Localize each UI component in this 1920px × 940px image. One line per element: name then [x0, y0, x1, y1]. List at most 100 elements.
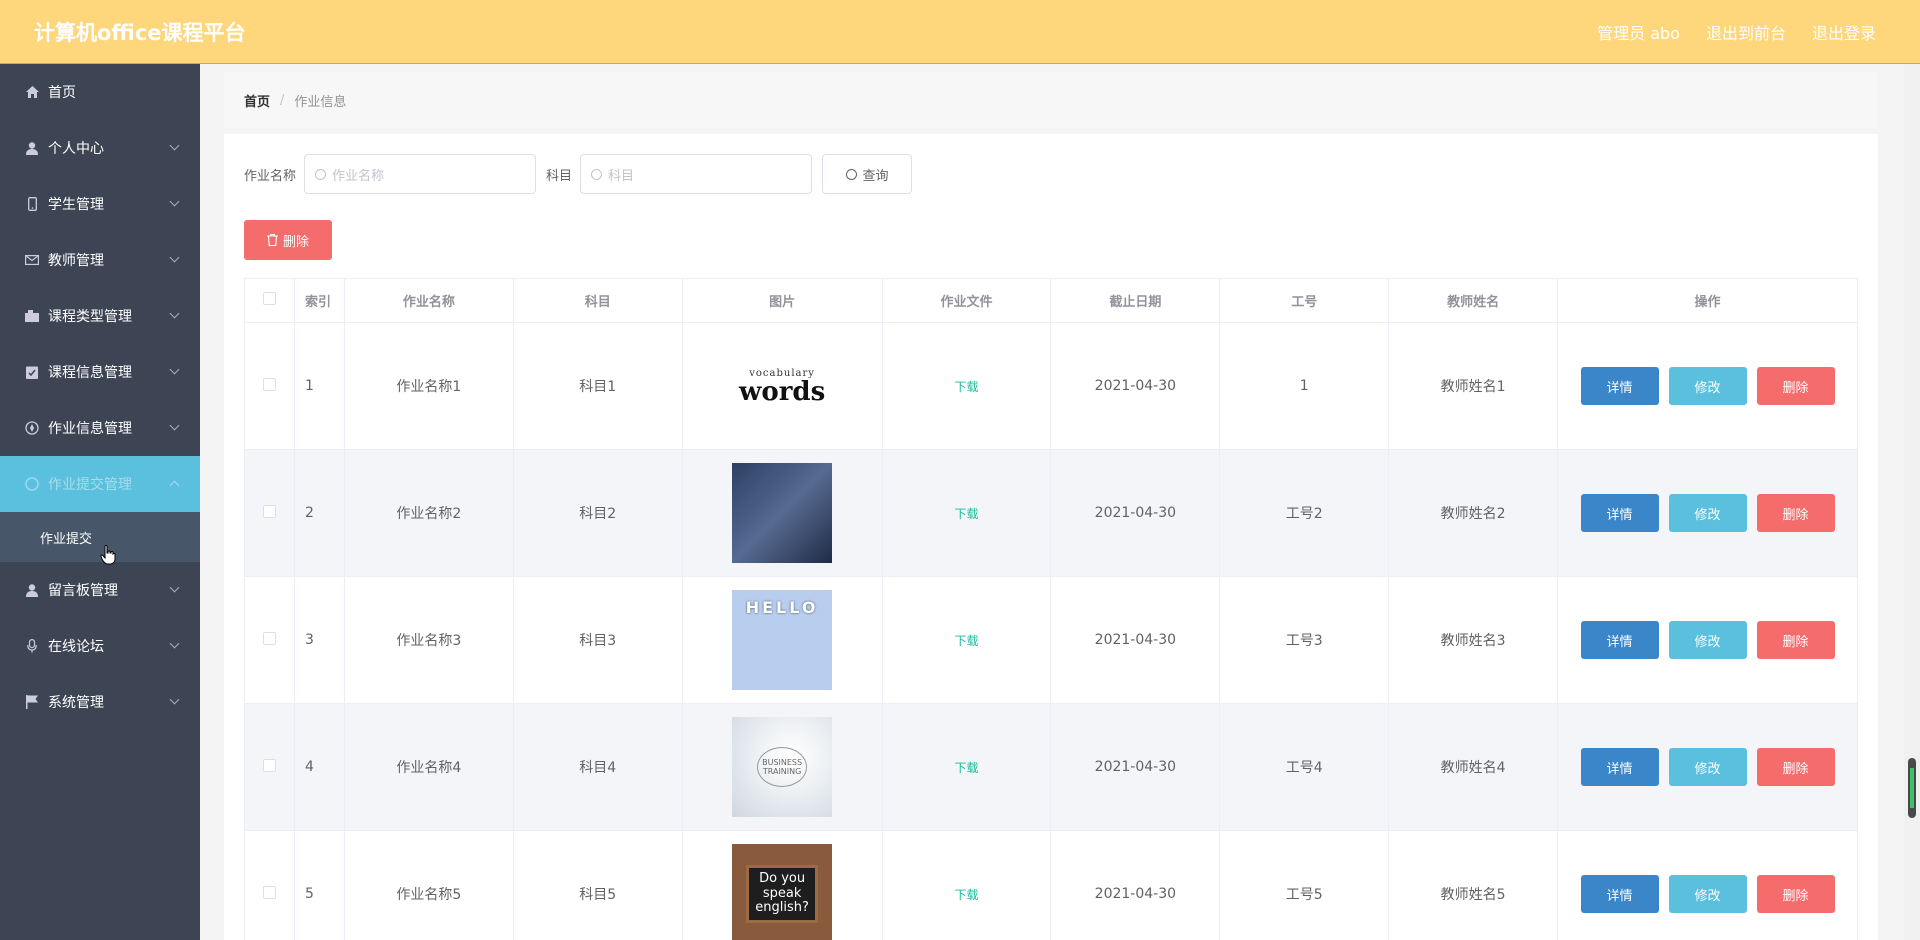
cell-index: 2: [293, 449, 345, 577]
row-checkbox[interactable]: [262, 885, 276, 899]
chevron-down-icon: [169, 694, 180, 705]
download-link[interactable]: 下载: [954, 507, 978, 521]
cell-teacher: 教师姓名2: [1388, 449, 1558, 577]
select-all-checkbox[interactable]: [262, 292, 276, 305]
chevron-down-icon: [169, 252, 180, 263]
sidebar-item-label: 留言板管理: [48, 583, 118, 599]
subject-search-input[interactable]: 科目: [580, 154, 813, 194]
cell-file: 下载: [881, 830, 1052, 940]
sidebar-item-online-forum[interactable]: 在线论坛: [0, 618, 200, 674]
row-checkbox[interactable]: [262, 631, 276, 645]
top-header: 计算机office课程平台 管理员 abo 退出到前台 退出登录: [0, 0, 1920, 64]
assignment-thumbnail[interactable]: BUSINESS TRAINING: [732, 717, 833, 817]
delete-button-label: 删除: [1782, 634, 1809, 650]
sidebar-item-assignment-submission-management[interactable]: 作业提交管理: [0, 456, 200, 512]
cell-index: 4: [293, 703, 345, 831]
cell-actions: 详情 修改 删除: [1557, 449, 1858, 577]
header-index: 索引: [293, 278, 345, 323]
download-link[interactable]: 下载: [954, 380, 978, 394]
vertical-scrollbar[interactable]: [1904, 64, 1920, 940]
row-checkbox[interactable]: [262, 758, 276, 772]
sidebar-item-label: 教师管理: [48, 253, 104, 269]
camera-icon: [24, 308, 40, 324]
download-link[interactable]: 下载: [954, 761, 978, 775]
header-deadline: 截止日期: [1050, 278, 1221, 323]
header-staff-id: 工号: [1219, 278, 1390, 323]
detail-button[interactable]: 详情: [1580, 367, 1659, 405]
breadcrumb-current: 作业信息: [294, 94, 347, 110]
sidebar-item-system-management[interactable]: 系统管理: [0, 674, 200, 730]
breadcrumb: 首页 / 作业信息: [224, 72, 1878, 128]
logout-link[interactable]: 退出登录: [1812, 20, 1876, 44]
sidebar-item-assignment-info-management[interactable]: 作业信息管理: [0, 400, 200, 456]
download-link[interactable]: 下载: [954, 888, 978, 902]
assignment-thumbnail[interactable]: Do you speak english?: [732, 844, 833, 940]
sidebar-item-teacher-management[interactable]: 教师管理: [0, 232, 200, 288]
detail-button[interactable]: 详情: [1580, 621, 1659, 659]
cell-staff-id: 工号5: [1219, 830, 1390, 940]
sidebar-item-home[interactable]: 首页: [0, 64, 200, 120]
delete-button[interactable]: 删除: [1756, 367, 1835, 405]
chevron-down-icon: [169, 140, 180, 151]
subject-search-placeholder: 科目: [608, 168, 635, 184]
scrollbar-accent: [1910, 768, 1914, 808]
cell-name: 作业名称2: [343, 449, 514, 577]
detail-button-label: 详情: [1606, 761, 1633, 777]
delete-button-label: 删除: [1782, 888, 1809, 904]
delete-button[interactable]: 删除: [1756, 621, 1835, 659]
detail-button-label: 详情: [1606, 507, 1633, 523]
row-select-cell: [244, 322, 295, 450]
detail-button[interactable]: 详情: [1580, 875, 1659, 913]
edit-button-label: 修改: [1694, 507, 1721, 523]
cell-index: 3: [293, 576, 345, 704]
delete-button[interactable]: 删除: [1756, 748, 1835, 786]
assignment-thumbnail[interactable]: HELLO: [732, 590, 833, 690]
sidebar-item-message-board-management[interactable]: 留言板管理: [0, 562, 200, 618]
batch-delete-button[interactable]: 删除: [244, 220, 332, 260]
detail-button[interactable]: 详情: [1580, 494, 1659, 532]
sidebar-item-personal-center[interactable]: 个人中心: [0, 120, 200, 176]
row-checkbox[interactable]: [262, 377, 276, 391]
edit-button[interactable]: 修改: [1668, 367, 1747, 405]
mouse-cursor-icon: [100, 545, 116, 565]
cell-staff-id: 工号2: [1219, 449, 1390, 577]
cell-deadline: 2021-04-30: [1050, 576, 1221, 704]
cell-teacher: 教师姓名3: [1388, 576, 1558, 704]
thumbnail-text: BUSINESS TRAINING: [757, 747, 808, 787]
sidebar-item-course-type-management[interactable]: 课程类型管理: [0, 288, 200, 344]
edit-button[interactable]: 修改: [1668, 494, 1747, 532]
batch-delete-label: 删除: [282, 234, 309, 250]
edit-button[interactable]: 修改: [1668, 748, 1747, 786]
cell-image: HELLO: [681, 576, 883, 704]
query-button[interactable]: 查询: [822, 154, 913, 194]
breadcrumb-home[interactable]: 首页: [244, 91, 270, 110]
sidebar-item-student-management[interactable]: 学生管理: [0, 176, 200, 232]
cell-image: [681, 449, 883, 577]
edit-button[interactable]: 修改: [1668, 875, 1747, 913]
cell-teacher: 教师姓名1: [1388, 322, 1558, 450]
chevron-down-icon: [169, 196, 180, 207]
assignment-thumbnail[interactable]: [732, 463, 833, 563]
table-row: 3 作业名称3 科目3 HELLO 下载 2021-04-30 工号3 教师姓名…: [244, 576, 1858, 704]
sidebar-item-label: 作业提交管理: [48, 477, 132, 493]
row-checkbox[interactable]: [262, 504, 276, 518]
delete-button[interactable]: 删除: [1756, 494, 1835, 532]
header-actions: 操作: [1557, 278, 1858, 323]
select-all-cell: [244, 278, 295, 323]
delete-button[interactable]: 删除: [1756, 875, 1835, 913]
exit-to-front-link[interactable]: 退出到前台: [1706, 20, 1786, 44]
user-icon: [24, 140, 40, 156]
name-search-input[interactable]: 作业名称: [304, 154, 537, 194]
cell-teacher: 教师姓名4: [1388, 703, 1558, 831]
sidebar-item-course-info-management[interactable]: 课程信息管理: [0, 344, 200, 400]
sidebar: 首页 个人中心 学生管理 教师管理 课程类型管理 课程信息管理 作业信息管理 作…: [0, 64, 200, 940]
edit-button[interactable]: 修改: [1668, 621, 1747, 659]
download-link[interactable]: 下载: [954, 634, 978, 648]
cell-subject: 科目5: [512, 830, 683, 940]
cell-deadline: 2021-04-30: [1050, 830, 1221, 940]
cell-actions: 详情 修改 删除: [1557, 322, 1858, 450]
assignment-thumbnail[interactable]: vocabulary words: [732, 336, 833, 436]
detail-button[interactable]: 详情: [1580, 748, 1659, 786]
microphone-icon: [24, 638, 40, 654]
thumbnail-text: words: [738, 376, 826, 407]
